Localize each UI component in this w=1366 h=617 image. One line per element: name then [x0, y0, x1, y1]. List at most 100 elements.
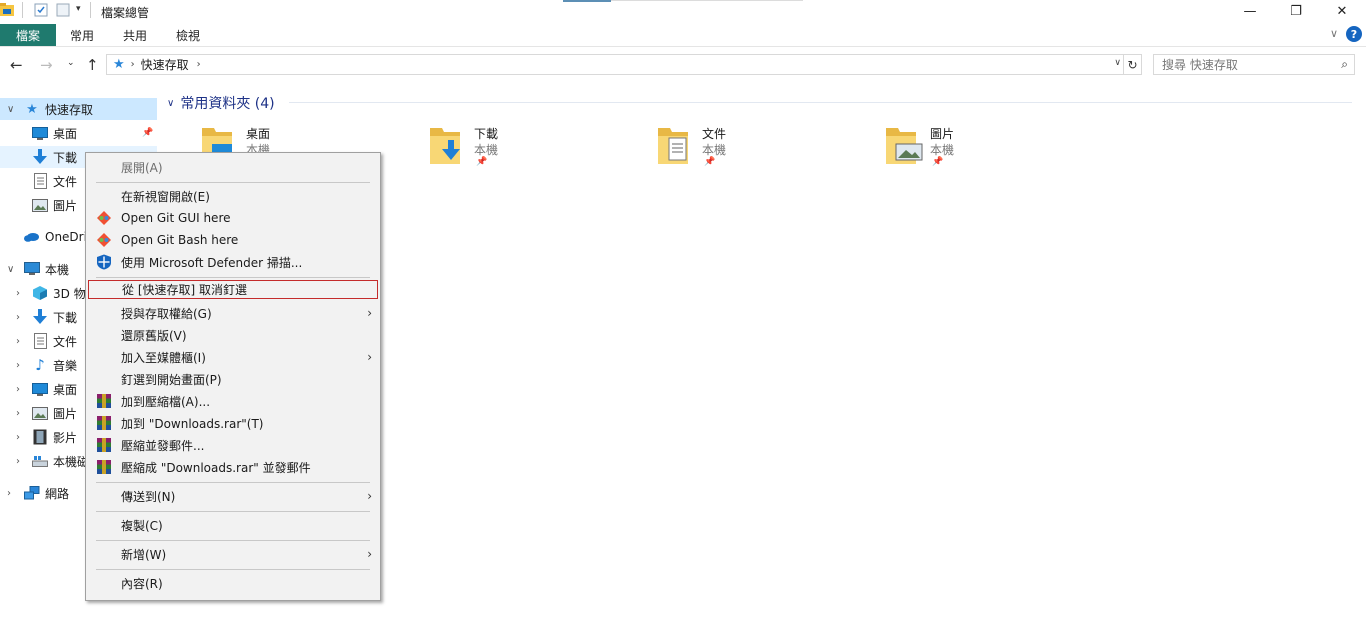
menu-item-label: Open Git GUI here — [121, 211, 231, 225]
menu-item-label: 加到壓縮檔(A)... — [121, 394, 211, 409]
collapsed-chevron-icon[interactable]: › — [16, 360, 20, 371]
sidebar-label: 音樂 — [53, 358, 78, 373]
hard-drive-icon — [32, 453, 48, 469]
breadcrumb-separator-icon[interactable]: › — [197, 59, 201, 70]
up-arrow-icon[interactable]: ↑ — [86, 56, 99, 74]
collapsed-chevron-icon[interactable]: › — [16, 384, 20, 395]
recent-locations-chevron-icon[interactable]: ⌄ — [67, 58, 75, 68]
refresh-button[interactable]: ↻ — [1124, 54, 1142, 75]
search-icon[interactable]: ⌕ — [1341, 57, 1348, 72]
menu-item-open-git-bash[interactable]: Open Git Bash here — [88, 229, 378, 251]
menu-separator — [96, 277, 370, 278]
menu-item-compress-rar-and-email[interactable]: 壓縮成 "Downloads.rar" 並發郵件 — [88, 456, 378, 478]
menu-item-label: 加到 "Downloads.rar"(T) — [121, 416, 264, 431]
sidebar-item-desktop[interactable]: 桌面 📌 — [0, 122, 157, 144]
menu-item-add-to-downloads-rar[interactable]: 加到 "Downloads.rar"(T) — [88, 412, 378, 434]
winrar-icon — [96, 437, 112, 453]
film-icon — [32, 429, 48, 445]
forward-arrow-icon[interactable]: → — [40, 56, 53, 74]
collapsed-chevron-icon[interactable]: › — [16, 336, 20, 347]
document-icon — [32, 173, 48, 189]
collapsed-chevron-icon[interactable]: › — [16, 432, 20, 443]
menu-item-defender-scan[interactable]: 使用 Microsoft Defender 掃描... — [88, 251, 378, 273]
group-title: 常用資料夾 (4) — [180, 96, 275, 112]
sidebar-label: 本機 — [45, 262, 70, 277]
address-history-chevron-icon[interactable]: ∨ — [1114, 58, 1121, 68]
breadcrumb-quick-access[interactable]: 快速存取 — [141, 56, 189, 73]
context-menu: 展開(A) 在新視窗開啟(E) Open Git GUI here Open G… — [85, 152, 381, 601]
window-title: 檔案總管 — [101, 6, 150, 20]
menu-item-send-to[interactable]: 傳送到(N) › — [88, 485, 378, 507]
close-button[interactable]: ✕ — [1319, 0, 1365, 22]
menu-item-label: Open Git Bash here — [121, 233, 239, 247]
menu-item-open-new-window[interactable]: 在新視窗開啟(E) — [88, 185, 378, 207]
new-folder-icon[interactable] — [56, 3, 70, 20]
menu-item-label: 加入至媒體櫃(I) — [121, 350, 206, 365]
expanded-chevron-icon[interactable]: ∨ — [7, 104, 14, 115]
back-arrow-icon[interactable]: ← — [10, 56, 23, 74]
collapsed-chevron-icon[interactable]: › — [16, 456, 20, 467]
menu-item-pin-to-start[interactable]: 釘選到開始畫面(P) — [88, 368, 378, 390]
menu-separator — [96, 540, 370, 541]
download-arrow-icon — [32, 149, 48, 165]
folder-location: 本機 — [930, 143, 955, 157]
pin-icon: 📌 — [476, 157, 488, 167]
menu-item-restore-previous[interactable]: 還原舊版(V) — [88, 324, 378, 346]
menu-item-new[interactable]: 新增(W) › — [88, 543, 378, 565]
menu-separator — [96, 511, 370, 512]
breadcrumb-separator-icon[interactable]: › — [131, 59, 135, 70]
tab-share[interactable]: 共用 — [115, 24, 155, 46]
collapsed-chevron-icon[interactable]: › — [7, 488, 11, 499]
expanded-chevron-icon[interactable]: ∨ — [7, 264, 14, 275]
menu-item-label: 還原舊版(V) — [121, 328, 187, 343]
properties-icon[interactable] — [34, 3, 48, 20]
defender-shield-icon — [96, 254, 112, 270]
menu-item-include-library[interactable]: 加入至媒體櫃(I) › — [88, 346, 378, 368]
menu-item-unpin-quick-access[interactable]: 從 [快速存取] 取消釘選 — [88, 280, 378, 299]
onedrive-cloud-icon — [24, 229, 40, 245]
menu-item-label: 授與存取權給(G) — [121, 306, 212, 321]
menu-separator — [96, 182, 370, 183]
tab-home[interactable]: 常用 — [62, 24, 102, 46]
sidebar-label: 下載 — [53, 310, 78, 325]
group-collapse-chevron-icon[interactable]: ∨ — [167, 98, 174, 109]
sidebar-label: 下載 — [53, 150, 78, 165]
expand-ribbon-chevron-icon[interactable]: ∨ — [1330, 27, 1338, 40]
folder-tile-downloads[interactable]: 下載 本機 📌 — [428, 124, 628, 174]
folder-name: 桌面 — [246, 127, 271, 141]
tab-file[interactable]: 檔案 — [0, 24, 56, 46]
title-accent-bar — [563, 0, 611, 2]
search-input[interactable]: 搜尋 快速存取 ⌕ — [1153, 54, 1355, 75]
desktop-icon — [32, 381, 48, 397]
tab-view[interactable]: 檢視 — [168, 24, 208, 46]
music-note-icon: ♪ — [35, 356, 45, 374]
sidebar-item-quick-access[interactable]: ∨ ★ 快速存取 — [0, 98, 157, 120]
documents-folder-icon — [656, 124, 690, 168]
folder-tile-pictures[interactable]: 圖片 本機 📌 — [884, 124, 1084, 174]
collapsed-chevron-icon[interactable]: › — [16, 288, 20, 299]
menu-item-label: 從 [快速存取] 取消釘選 — [122, 283, 247, 297]
menu-item-open-git-gui[interactable]: Open Git GUI here — [88, 207, 378, 229]
menu-item-copy[interactable]: 複製(C) — [88, 514, 378, 536]
computer-icon — [24, 261, 40, 277]
maximize-button[interactable]: ❐ — [1273, 0, 1319, 22]
folder-tile-documents[interactable]: 文件 本機 📌 — [656, 124, 856, 174]
help-icon[interactable]: ? — [1346, 26, 1362, 42]
minimize-button[interactable]: — — [1227, 0, 1273, 22]
group-header-frequent-folders[interactable]: ∨ 常用資料夾 (4) — [167, 93, 275, 113]
refresh-icon: ↻ — [1127, 57, 1138, 72]
collapsed-chevron-icon[interactable]: › — [16, 408, 20, 419]
menu-item-compress-and-email[interactable]: 壓縮並發郵件... — [88, 434, 378, 456]
submenu-chevron-icon: › — [367, 350, 372, 364]
collapsed-chevron-icon[interactable]: › — [16, 312, 20, 323]
menu-item-give-access[interactable]: 授與存取權給(G) › — [88, 302, 378, 324]
address-bar[interactable]: ★ › 快速存取 › ∨ — [106, 54, 1124, 75]
folder-name: 圖片 — [930, 127, 955, 141]
folder-location: 本機 — [474, 143, 499, 157]
customize-qat-chevron-icon[interactable]: ▾ — [76, 4, 81, 14]
menu-item-add-to-archive[interactable]: 加到壓縮檔(A)... — [88, 390, 378, 412]
menu-item-properties[interactable]: 內容(R) — [88, 572, 378, 594]
menu-item-expand[interactable]: 展開(A) — [88, 156, 378, 178]
winrar-icon — [96, 415, 112, 431]
sidebar-label: 文件 — [53, 174, 78, 189]
